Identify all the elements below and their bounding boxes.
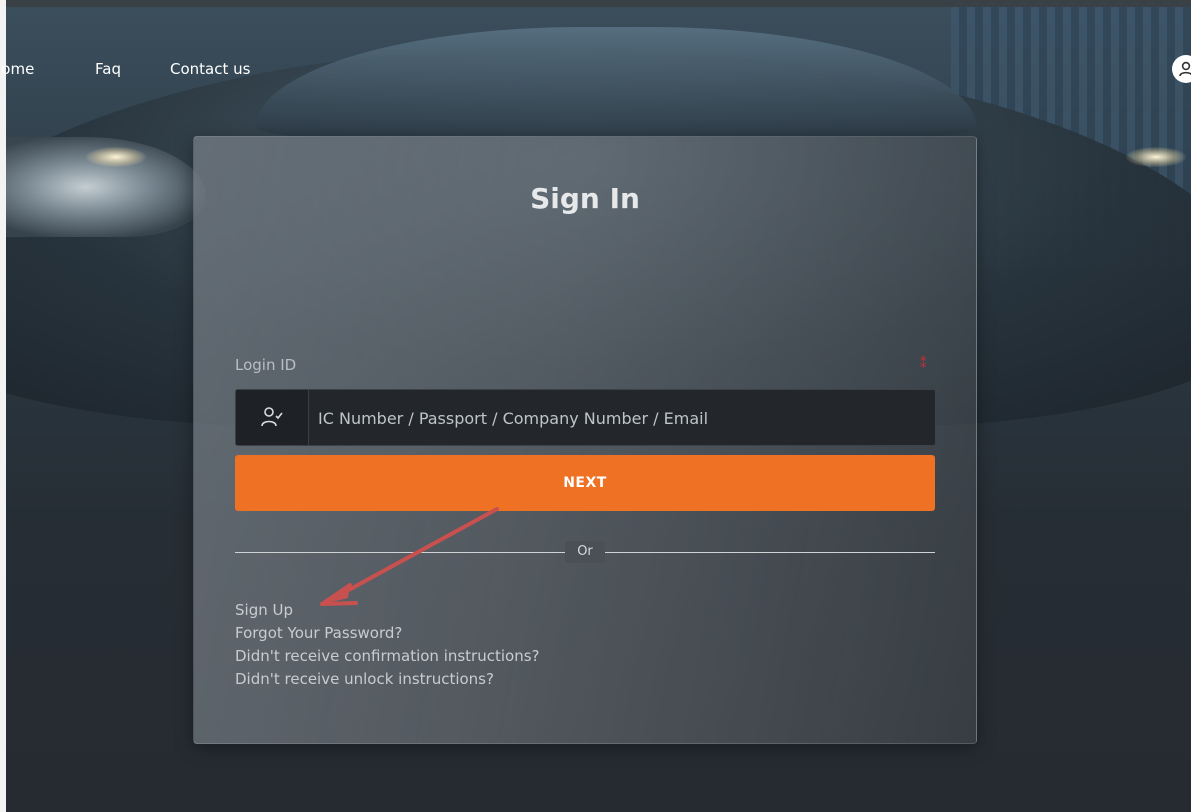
required-indicator: ⁑ [920, 357, 927, 372]
browser-top-strip [0, 0, 1191, 7]
sign-in-card: Sign In Login ID ⁑ NEXT Or Sign Up Forgo… [193, 136, 977, 744]
light-glow [86, 147, 146, 167]
nav-faq[interactable]: Faq [95, 60, 121, 78]
sign-up-link[interactable]: Sign Up [235, 599, 540, 622]
next-button[interactable]: NEXT [235, 455, 935, 511]
forgot-password-link[interactable]: Forgot Your Password? [235, 622, 540, 645]
confirmation-instructions-link[interactable]: Didn't receive confirmation instructions… [235, 645, 540, 668]
nav-contact-us[interactable]: Contact us [170, 60, 250, 78]
or-divider-label: Or [565, 541, 605, 563]
auth-links: Sign Up Forgot Your Password? Didn't rec… [235, 599, 540, 691]
divider-line-right [605, 552, 935, 553]
nav-home[interactable]: Home [0, 60, 34, 78]
login-id-addon [236, 390, 309, 445]
login-id-label: Login ID [235, 356, 297, 374]
login-id-input[interactable] [316, 390, 920, 447]
page-title: Sign In [530, 182, 640, 215]
background-car-windshield [256, 27, 976, 137]
user-check-icon [261, 407, 283, 427]
unlock-instructions-link[interactable]: Didn't receive unlock instructions? [235, 668, 540, 691]
divider-line-left [235, 552, 565, 553]
light-glow [1126, 147, 1186, 167]
account-glyph [1179, 61, 1191, 77]
login-id-group [235, 389, 936, 447]
